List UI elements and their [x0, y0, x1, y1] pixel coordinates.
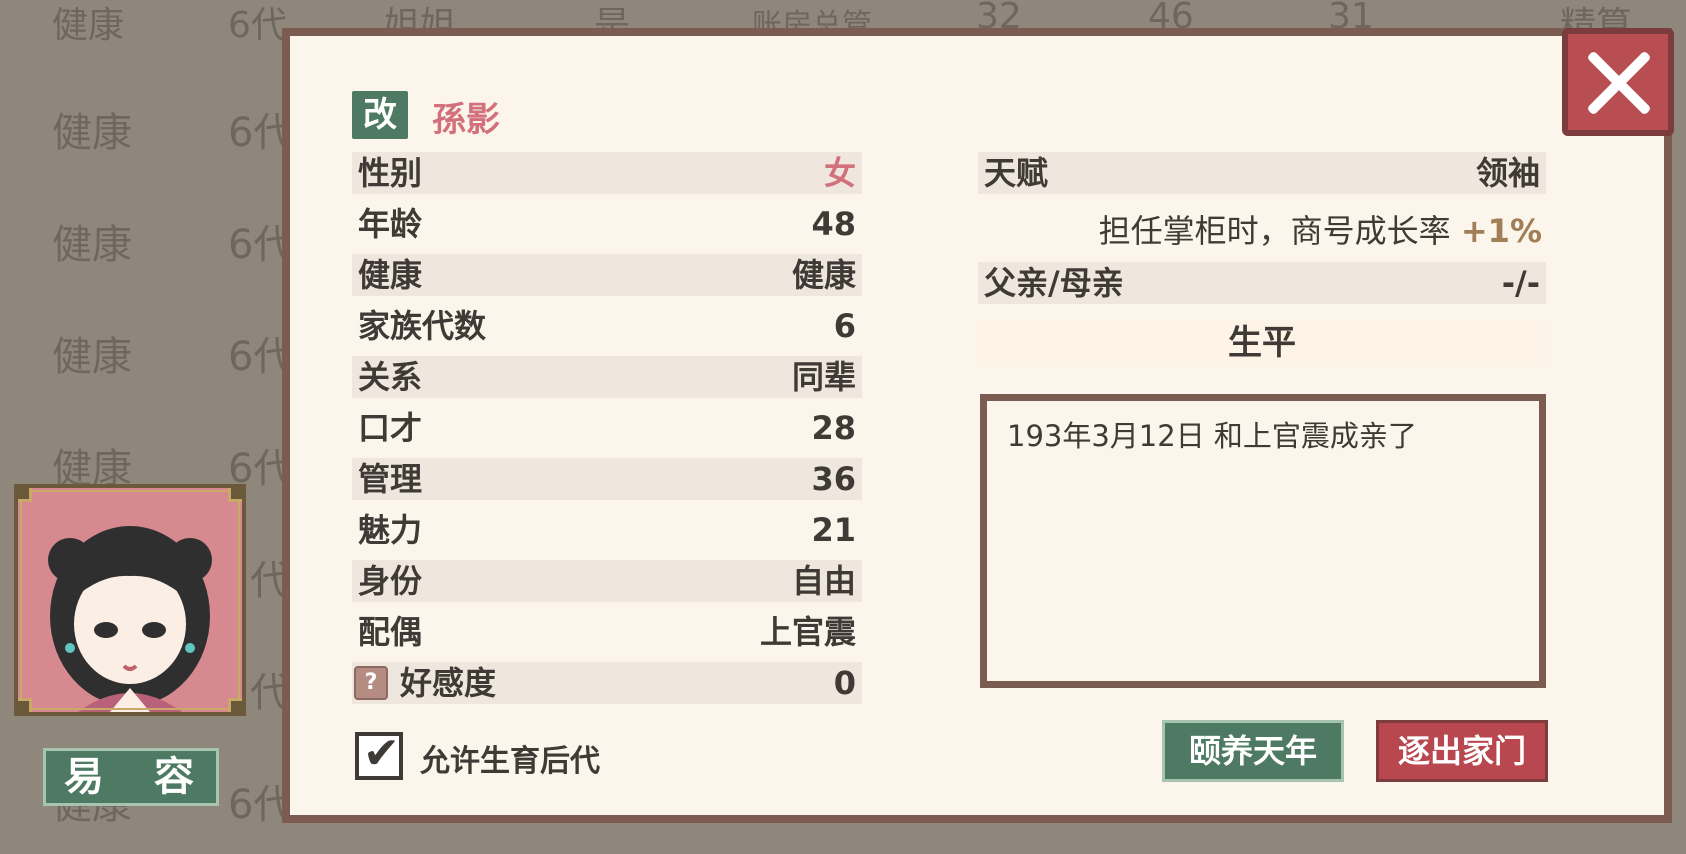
stat-value: 女 — [823, 154, 856, 192]
table-cell: 健康 — [52, 110, 132, 156]
stat-row-eloquence: 口才 28 — [352, 407, 862, 449]
stat-row-health: 健康 健康 — [352, 254, 862, 296]
talent-label: 天赋 — [984, 154, 1049, 192]
stat-row-status: 身份 自由 — [352, 560, 862, 602]
talent-row: 天赋 领袖 — [978, 152, 1546, 194]
stat-row-charm: 魅力 21 — [352, 509, 862, 551]
table-cell: 6代 — [228, 5, 287, 46]
close-button[interactable] — [1562, 28, 1674, 136]
stat-value: 28 — [811, 409, 856, 447]
stat-value: 健康 — [791, 256, 856, 294]
help-icon[interactable]: ? — [354, 666, 388, 700]
table-cell: 健康 — [52, 334, 132, 380]
stat-value: 同辈 — [791, 358, 856, 396]
talent-bonus: +1% — [1460, 212, 1542, 250]
stat-value: 21 — [811, 511, 856, 549]
allow-children-label: 允许生育后代 — [420, 744, 600, 779]
stat-value: 36 — [811, 460, 856, 498]
frame-corner — [18, 698, 32, 712]
checkmark-icon: ✔ — [363, 728, 400, 779]
rename-button[interactable]: 改 — [352, 91, 408, 139]
talent-description: 担任掌柜时，商号成长率 +1% — [978, 208, 1542, 254]
avatar — [48, 526, 212, 712]
stat-row-affection: ? 好感度 0 — [352, 662, 862, 704]
frame-corner — [228, 698, 242, 712]
frame-corner — [18, 488, 32, 502]
stat-value: 0 — [833, 664, 856, 702]
table-cell: 健康 — [52, 5, 125, 46]
stat-row-spouse: 配偶 上官震 — [352, 611, 862, 653]
stat-label: 年龄 — [358, 205, 423, 243]
stat-label: 口才 — [358, 409, 423, 447]
stat-label: 家族代数 — [358, 307, 487, 345]
stat-value: 上官震 — [759, 613, 856, 651]
stat-row-generation: 家族代数 6 — [352, 305, 862, 347]
parents-value: -/- — [1501, 264, 1540, 302]
stat-label: 好感度 — [400, 664, 497, 702]
talent-description-text: 担任掌柜时，商号成长率 — [1098, 212, 1451, 250]
stat-value: 48 — [811, 205, 856, 243]
allow-children-checkbox[interactable]: ✔ — [355, 728, 403, 780]
stat-label: 配偶 — [358, 613, 423, 651]
stat-row-age: 年龄 48 — [352, 203, 862, 245]
life-events-box[interactable]: 193年3月12日 和上官震成亲了 — [980, 394, 1546, 688]
stat-label: 管理 — [358, 460, 423, 498]
retire-button[interactable]: 颐养天年 — [1162, 720, 1344, 782]
talent-value: 领袖 — [1475, 154, 1540, 192]
stat-label: 身份 — [358, 562, 423, 600]
parents-row: 父亲/母亲 -/- — [978, 262, 1546, 304]
character-name: 孫影 — [432, 100, 500, 140]
parents-label: 父亲/母亲 — [984, 264, 1124, 302]
stat-row-relation: 关系 同辈 — [352, 356, 862, 398]
expel-button[interactable]: 逐出家门 — [1376, 720, 1548, 782]
life-entry: 193年3月12日 和上官震成亲了 — [1007, 419, 1417, 453]
stat-label: 健康 — [358, 256, 423, 294]
character-portrait — [14, 484, 246, 716]
stat-row-gender: 性别 女 — [352, 152, 862, 194]
frame-corner — [228, 488, 242, 502]
stat-label: 魅力 — [358, 511, 423, 549]
stat-value: 自由 — [791, 562, 856, 600]
life-title: 生平 — [978, 320, 1546, 366]
stat-row-management: 管理 36 — [352, 458, 862, 500]
table-cell: 健康 — [52, 222, 132, 268]
stat-label: 性别 — [358, 154, 423, 192]
character-name-plate[interactable]: 易 容 — [43, 748, 219, 806]
stat-label: 关系 — [358, 358, 423, 396]
stat-value: 6 — [833, 307, 856, 345]
